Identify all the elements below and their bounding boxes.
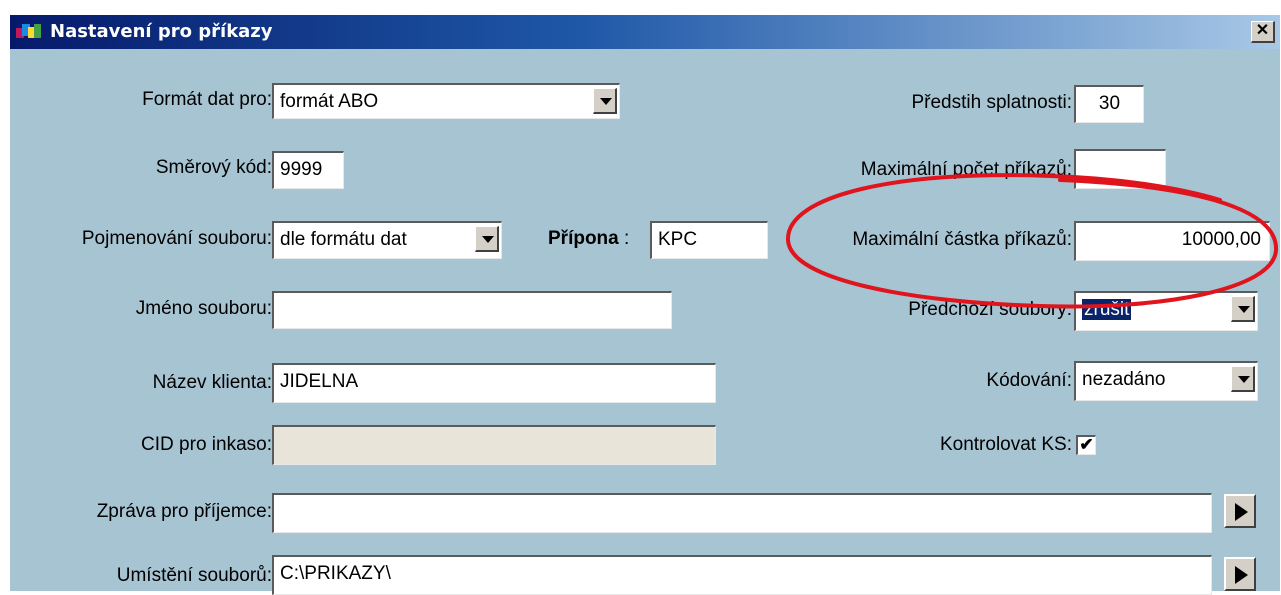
dialog-window: Nastavení pro příkazy ✕ Formát dat pro: …: [10, 15, 1280, 595]
file-name-input[interactable]: [272, 291, 672, 329]
close-button[interactable]: ✕: [1251, 21, 1275, 43]
chevron-down-icon[interactable]: [1231, 296, 1255, 322]
chevron-down-icon[interactable]: [1231, 366, 1255, 392]
previous-files-select[interactable]: zrušit: [1074, 291, 1258, 331]
location-play-button[interactable]: [1224, 557, 1256, 591]
file-naming-value: dle formátu dat: [280, 229, 407, 250]
encoding-value: nezadáno: [1082, 369, 1166, 390]
chevron-down-icon[interactable]: [475, 226, 499, 252]
max-count-input[interactable]: [1074, 149, 1166, 189]
routing-code-value: 9999: [280, 159, 323, 180]
lead-time-label: Předstih splatnosti:: [911, 92, 1072, 113]
message-play-button[interactable]: [1224, 494, 1256, 528]
max-amount-input[interactable]: 10000,00: [1074, 221, 1270, 261]
message-label: Zpráva pro příjemce:: [96, 501, 272, 522]
cid-label: CID pro inkaso:: [141, 434, 272, 455]
format-select[interactable]: formát ABO: [272, 83, 620, 119]
client-name-label: Název klienta:: [152, 372, 272, 393]
client-name-value: JIDELNA: [280, 371, 359, 392]
encoding-label: Kódování:: [986, 370, 1072, 391]
routing-code-input[interactable]: 9999: [272, 151, 344, 189]
title-bar: Nastavení pro příkazy ✕: [10, 15, 1280, 49]
extension-value: KPC: [658, 229, 698, 250]
format-value: formát ABO: [280, 91, 379, 112]
routing-code-label: Směrový kód:: [155, 157, 272, 178]
extension-input[interactable]: KPC: [650, 221, 768, 259]
check-ks-checkbox[interactable]: ✔: [1076, 435, 1096, 455]
max-count-label: Maximální počet příkazů:: [860, 159, 1072, 180]
location-label: Umístění souborů:: [116, 565, 272, 586]
close-icon: ✕: [1255, 22, 1270, 39]
file-name-label: Jméno souboru:: [135, 298, 272, 319]
file-naming-select[interactable]: dle formátu dat: [272, 221, 502, 259]
encoding-select[interactable]: nezadáno: [1074, 361, 1258, 401]
format-label: Formát dat pro:: [142, 89, 272, 110]
window-title: Nastavení pro příkazy: [50, 21, 273, 42]
file-naming-label: Pojmenování souboru:: [81, 228, 272, 249]
location-input[interactable]: C:\PRIKAZY\: [272, 555, 1212, 595]
max-amount-value: 10000,00: [1181, 229, 1261, 250]
previous-files-value: zrušit: [1082, 299, 1132, 320]
previous-files-label: Předchozí soubory:: [908, 299, 1072, 320]
cid-input: [272, 425, 716, 465]
extension-label: Přípona :: [548, 228, 630, 249]
chevron-down-icon[interactable]: [593, 88, 617, 114]
lead-time-input[interactable]: 30: [1074, 85, 1144, 123]
checkmark-icon: ✔: [1079, 435, 1094, 454]
message-input[interactable]: [272, 493, 1212, 533]
location-value: C:\PRIKAZY\: [280, 563, 391, 584]
check-ks-label: Kontrolovat KS:: [939, 434, 1072, 455]
max-amount-label: Maximální částka příkazů:: [852, 229, 1072, 250]
lead-time-value: 30: [1098, 93, 1121, 114]
app-icon: [16, 24, 41, 38]
client-name-input[interactable]: JIDELNA: [272, 363, 716, 403]
